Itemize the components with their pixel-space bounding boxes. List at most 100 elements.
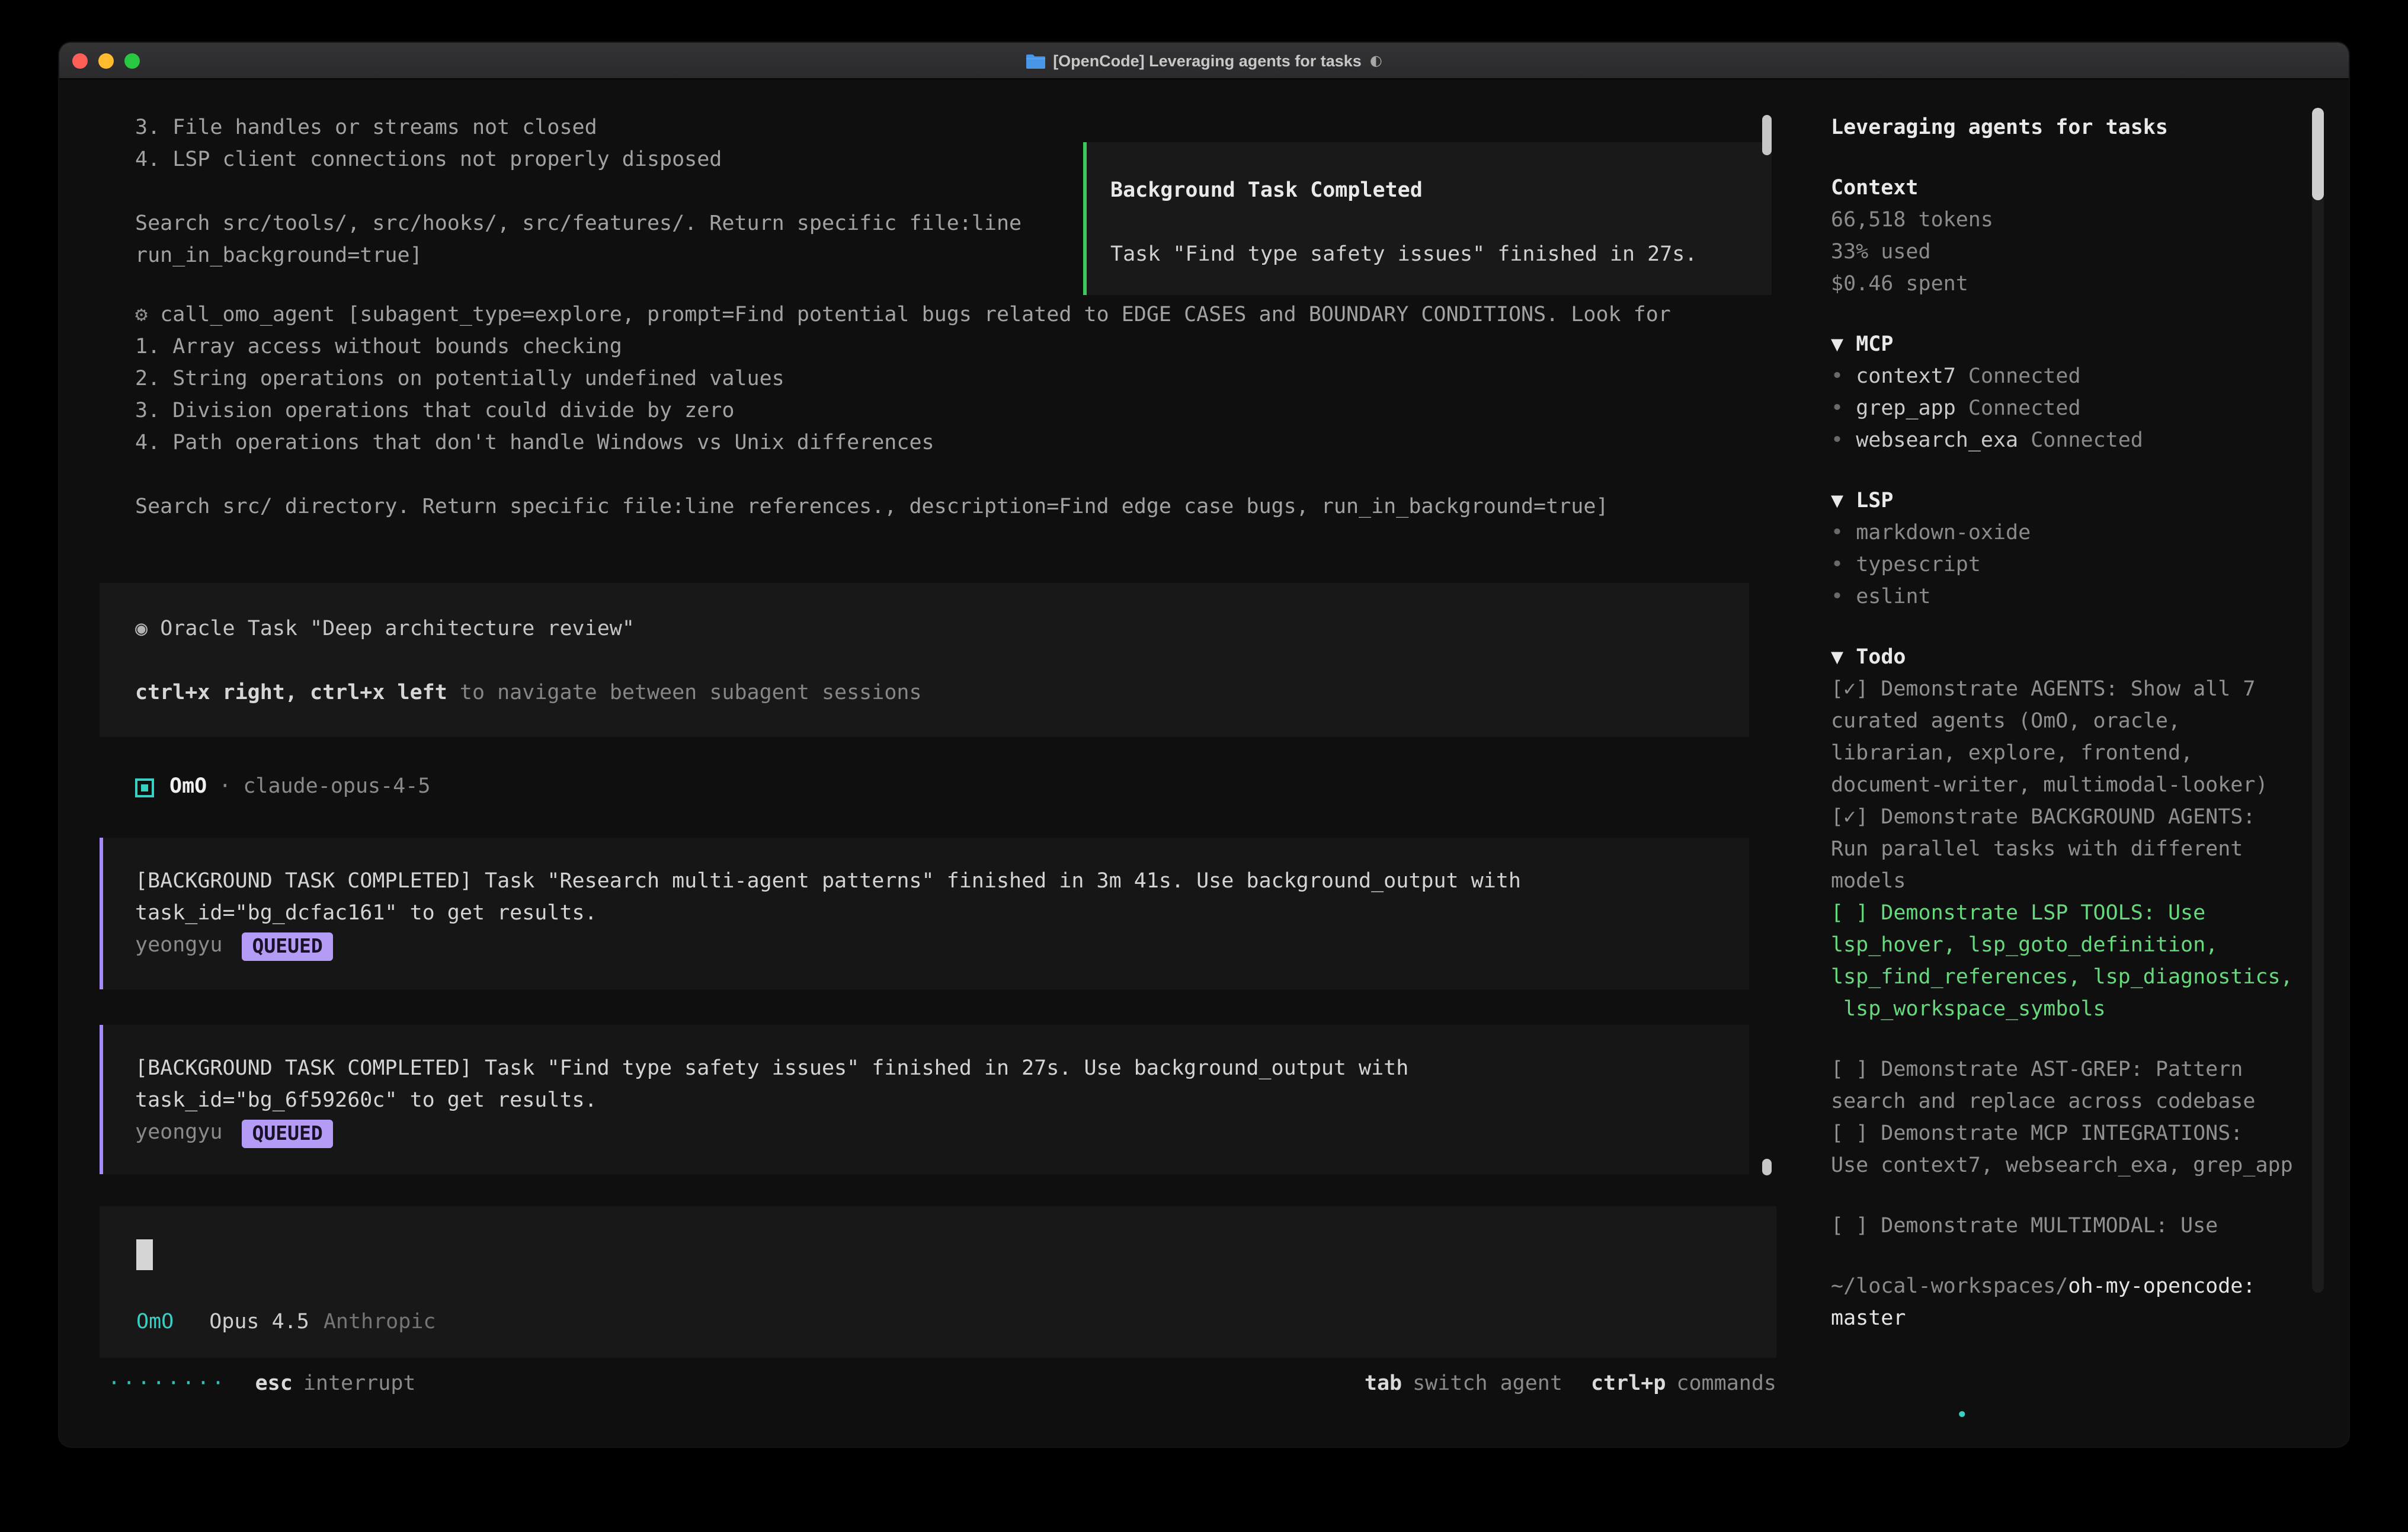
lsp-item: • typescript xyxy=(1831,550,2349,582)
tool-call-item: 2. String operations on potentially unde… xyxy=(135,364,1671,396)
sidebar-scrollbar-thumb[interactable] xyxy=(2312,108,2324,200)
todo-section: ▼ Todo [✓] Demonstrate AGENTS: Show all … xyxy=(1831,642,2349,1243)
minimize-button[interactable] xyxy=(98,53,114,69)
mcp-item: • grep_app Connected xyxy=(1831,393,2349,425)
background-task-toast: Background Task Completed Task "Find typ… xyxy=(1083,142,1772,295)
tool-call-item: 3. Division operations that could divide… xyxy=(135,396,1671,428)
scrollback-line: 3. File handles or streams not closed xyxy=(135,113,1022,145)
message-card: [BACKGROUND TASK COMPLETED] Task "Resear… xyxy=(100,838,1749,989)
bullet-icon: • xyxy=(1831,365,1843,389)
input-footer: OmO Opus 4.5 Anthropic xyxy=(136,1307,436,1339)
toast-title: Background Task Completed xyxy=(1110,175,1748,207)
workspace-path: ~/local-workspaces/oh-my-opencode: maste… xyxy=(1831,1271,2349,1335)
message-text: task_id="bg_dcfac161" to get results. xyxy=(135,898,1725,930)
todo-item-open: [ ] Demonstrate AST-GREP: Pattern search… xyxy=(1831,1055,2295,1118)
scrollback-line: run_in_background=true] xyxy=(135,241,1022,273)
sidebar: Leveraging agents for tasks Context 66,5… xyxy=(1808,79,2349,1447)
screen: [OpenCode] Leveraging agents for tasks ◐… xyxy=(0,0,2408,1532)
bullet-icon: • xyxy=(1956,1404,1968,1428)
input-agent-name: OmO xyxy=(136,1307,174,1339)
status-badge: QUEUED xyxy=(242,1119,334,1148)
main-scrollbar-mark[interactable] xyxy=(1762,1159,1772,1175)
sidebar-footer: • OpenCode 1.0.163 xyxy=(1831,1368,2055,1400)
window-titlebar[interactable]: [OpenCode] Leveraging agents for tasks ◐ xyxy=(59,43,2349,79)
tool-call-block: ⚙ call_omo_agent [subagent_type=explore,… xyxy=(135,300,1671,524)
chevron-down-icon: ▼ xyxy=(1831,333,1843,357)
zoom-button[interactable] xyxy=(124,53,140,69)
mcp-heading: MCP xyxy=(1856,333,1893,357)
main-scrollbar-thumb[interactable] xyxy=(1762,115,1772,155)
workspace-path-name: oh-my-opencode: xyxy=(2068,1275,2255,1299)
bullet-icon: • xyxy=(1831,521,1843,545)
separator-dot: · xyxy=(219,771,231,803)
navigate-keybinding: ctrl+x right, ctrl+x left xyxy=(135,681,447,705)
bullet-icon: • xyxy=(1831,397,1843,421)
mcp-section: ▼ MCP • context7 Connected • grep_app Co… xyxy=(1831,329,2349,457)
status-bar-right: tab switch agent ctrl+p commands xyxy=(1365,1368,1776,1400)
lsp-item: • eslint xyxy=(1831,582,2349,614)
lsp-heading: LSP xyxy=(1856,489,1893,513)
tool-call-header: call_omo_agent [subagent_type=explore, p… xyxy=(160,303,1671,327)
todo-heading: Todo xyxy=(1856,646,1906,669)
chevron-down-icon: ▼ xyxy=(1831,489,1843,513)
prompt-input[interactable]: OmO Opus 4.5 Anthropic xyxy=(100,1206,1776,1358)
todo-item-open: [ ] Demonstrate MCP INTEGRATIONS: Use co… xyxy=(1831,1118,2295,1182)
chat-scrollback: 3. File handles or streams not closed 4.… xyxy=(135,113,1022,273)
tab-key-label: switch agent xyxy=(1413,1368,1562,1400)
agent-model: claude-opus-4-5 xyxy=(243,771,430,803)
status-badge: QUEUED xyxy=(242,932,334,960)
todo-item-done: [✓] Demonstrate AGENTS: Show all 7 curat… xyxy=(1831,674,2295,802)
close-button[interactable] xyxy=(72,53,88,69)
terminal-content: 3. File handles or streams not closed 4.… xyxy=(59,79,2349,1447)
fisheye-icon: ◉ xyxy=(135,617,148,641)
navigate-hint: to navigate between subagent sessions xyxy=(447,681,922,705)
mcp-item: • websearch_exa Connected xyxy=(1831,425,2349,457)
gear-icon: ⚙ xyxy=(135,303,148,327)
bullet-icon: • xyxy=(1831,585,1843,609)
text-cursor xyxy=(136,1239,153,1270)
session-title: Leveraging agents for tasks xyxy=(1831,113,2349,145)
sidebar-scrollbar[interactable] xyxy=(2312,108,2324,1293)
message-text: task_id="bg_6f59260c" to get results. xyxy=(135,1085,1725,1117)
lsp-section: ▼ LSP • markdown-oxide • typescript • es… xyxy=(1831,486,2349,614)
lsp-item: • markdown-oxide xyxy=(1831,518,2349,550)
input-model-name: Opus 4.5 xyxy=(209,1307,309,1339)
oracle-task-title: Oracle Task "Deep architecture review" xyxy=(160,617,635,641)
oracle-task-panel: ◉ Oracle Task "Deep architecture review"… xyxy=(100,583,1749,737)
activity-moon-icon: ◐ xyxy=(1370,52,1382,69)
context-used: 33% used xyxy=(1831,237,2349,269)
bullet-icon: • xyxy=(1831,553,1843,577)
context-section: Context 66,518 tokens 33% used $0.46 spe… xyxy=(1831,173,2349,301)
message-text: [BACKGROUND TASK COMPLETED] Task "Resear… xyxy=(135,866,1725,898)
working-spinner: ········ xyxy=(108,1368,227,1400)
agent-square-icon xyxy=(135,778,154,797)
chevron-down-icon: ▼ xyxy=(1831,646,1843,669)
esc-key-hint: esc xyxy=(255,1368,293,1400)
toast-body: Task "Find type safety issues" finished … xyxy=(1110,239,1748,271)
mcp-item: • context7 Connected xyxy=(1831,361,2349,393)
message-text: [BACKGROUND TASK COMPLETED] Task "Find t… xyxy=(135,1053,1725,1085)
scrollback-line: Search src/tools/, src/hooks/, src/featu… xyxy=(135,209,1022,241)
agent-header: OmO · claude-opus-4-5 xyxy=(135,771,430,803)
context-tokens: 66,518 tokens xyxy=(1831,205,2349,237)
workspace-path-prefix: ~/local-workspaces/ xyxy=(1831,1275,2068,1299)
window-title-group: [OpenCode] Leveraging agents for tasks ◐ xyxy=(1026,52,1382,69)
status-bar: ········ esc interrupt tab switch agent … xyxy=(108,1368,1776,1400)
todo-item-done: [✓] Demonstrate BACKGROUND AGENTS: Run p… xyxy=(1831,802,2295,898)
todo-item-open: [ ] Demonstrate MULTIMODAL: Use xyxy=(1831,1211,2295,1243)
agent-name: OmO xyxy=(169,771,207,803)
terminal-window: [OpenCode] Leveraging agents for tasks ◐… xyxy=(59,43,2349,1447)
window-title: [OpenCode] Leveraging agents for tasks xyxy=(1053,52,1362,69)
tool-call-item: 4. Path operations that don't handle Win… xyxy=(135,428,1671,460)
context-heading: Context xyxy=(1831,173,2349,205)
workspace-branch: master xyxy=(1831,1303,2349,1335)
folder-icon xyxy=(1026,53,1045,68)
bullet-icon: • xyxy=(1831,429,1843,453)
esc-key-label: interrupt xyxy=(303,1368,416,1400)
commands-key-hint: ctrl+p xyxy=(1591,1368,1666,1400)
message-author: yeongyu xyxy=(135,930,223,962)
scrollback-line: 4. LSP client connections not properly d… xyxy=(135,145,1022,177)
tab-key-hint: tab xyxy=(1365,1368,1402,1400)
input-provider-name: Anthropic xyxy=(324,1307,436,1339)
message-author: yeongyu xyxy=(135,1117,223,1149)
